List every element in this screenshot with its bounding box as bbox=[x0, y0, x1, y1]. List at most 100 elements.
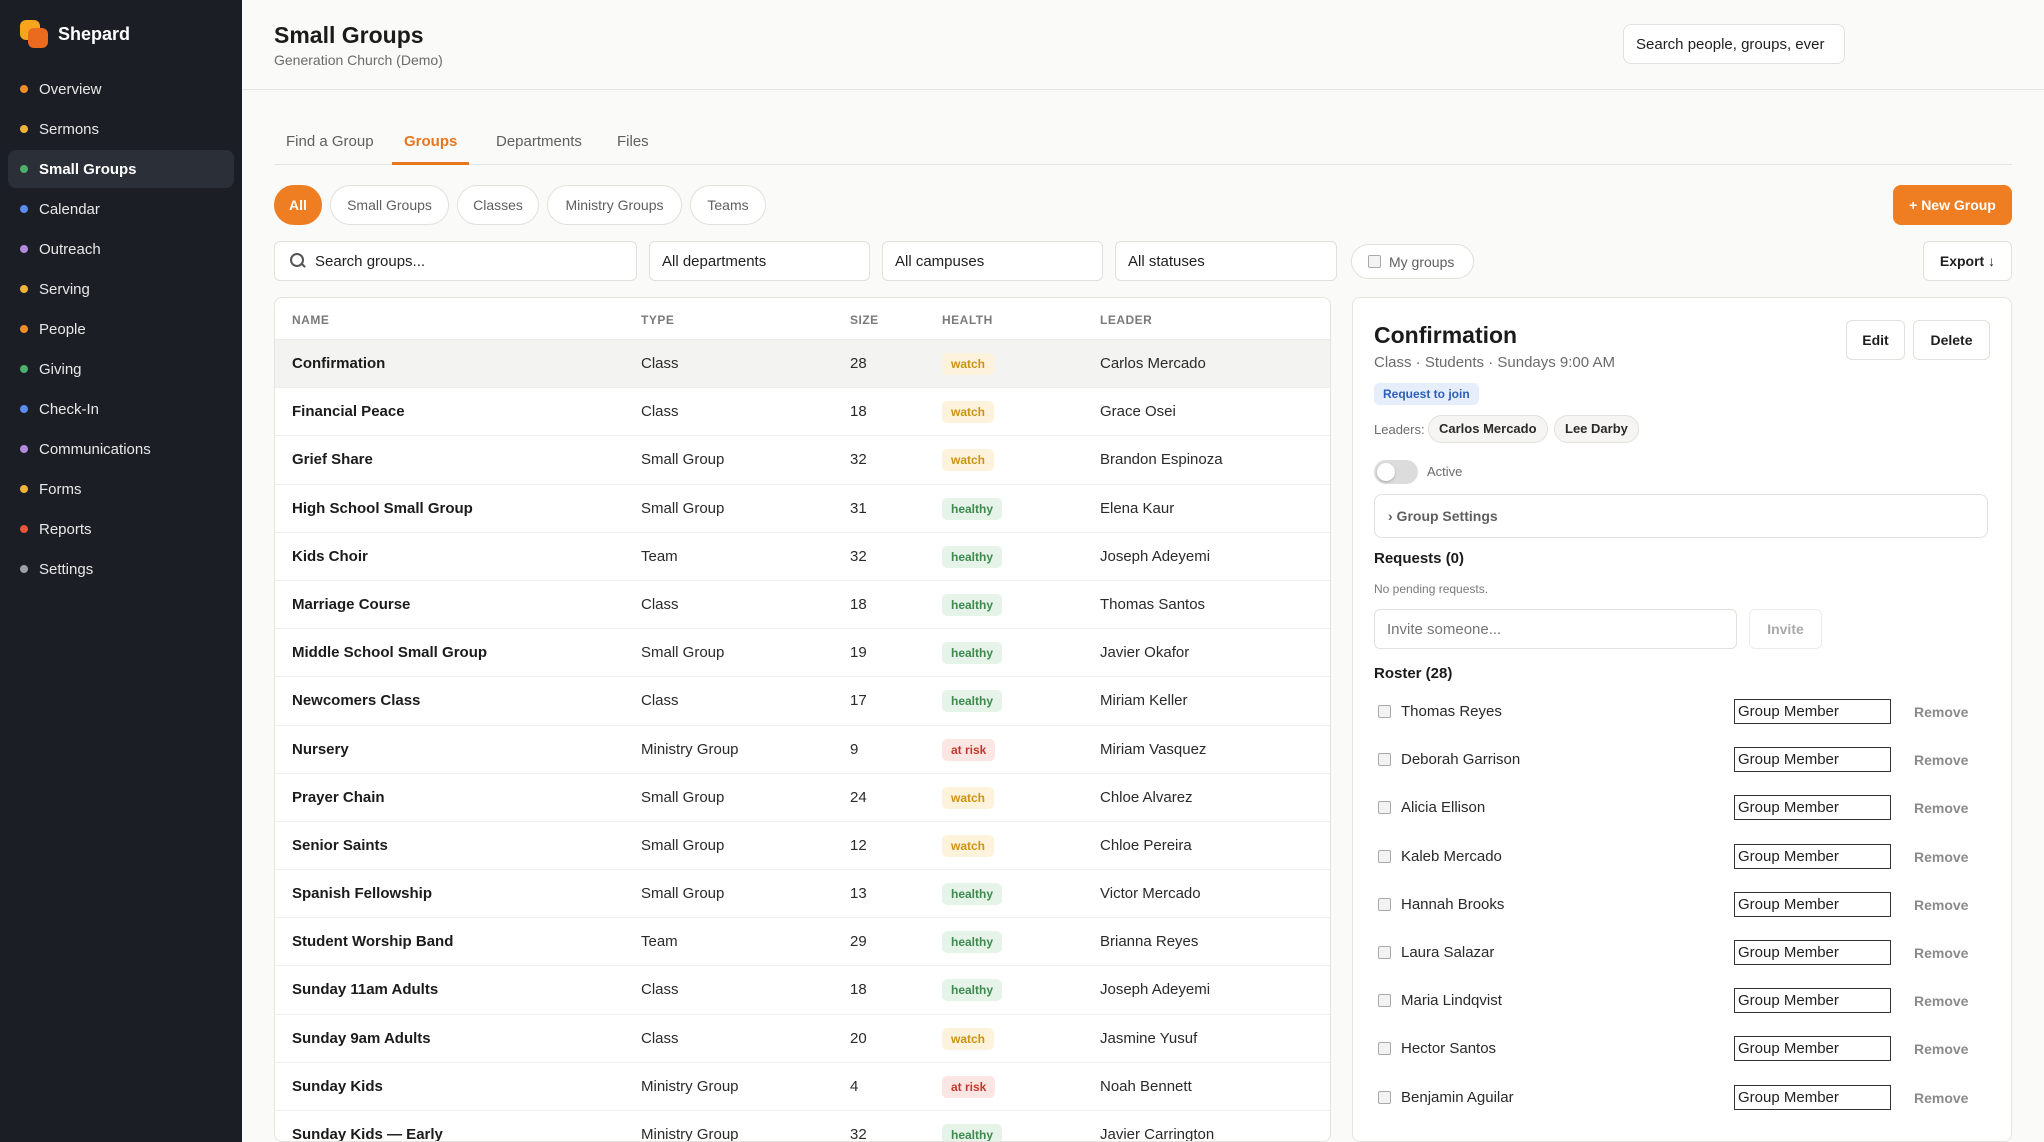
column-header-type[interactable]: TYPE bbox=[641, 313, 674, 327]
roster-checkbox[interactable] bbox=[1378, 897, 1391, 911]
roster-member-name[interactable]: Hannah Brooks bbox=[1401, 896, 1504, 913]
roster-member-name[interactable]: Benjamin Aguilar bbox=[1401, 1089, 1514, 1106]
table-row[interactable]: Sunday 9am Adults Class 20 watch Jasmine Yus… bbox=[275, 1015, 1330, 1063]
remove-member-button[interactable]: Remove bbox=[1914, 752, 1968, 768]
sidebar-item-settings[interactable]: Settings bbox=[8, 550, 234, 588]
roster-checkbox[interactable] bbox=[1378, 946, 1391, 959]
roster-checkbox[interactable] bbox=[1378, 705, 1391, 718]
sidebar-item-calendar[interactable]: Calendar bbox=[8, 190, 234, 228]
cell-health: healthy bbox=[942, 629, 1003, 677]
roster-checkbox[interactable] bbox=[1378, 801, 1391, 815]
invite-button[interactable]: Invite bbox=[1749, 609, 1822, 649]
tab-files[interactable]: Files bbox=[605, 122, 661, 165]
table-row[interactable]: High School Small Group Small Group 31 heal… bbox=[275, 485, 1330, 533]
remove-member-button[interactable]: Remove bbox=[1914, 849, 1968, 865]
role-select[interactable] bbox=[1734, 1036, 1891, 1062]
column-header-health[interactable]: HEALTH bbox=[942, 313, 993, 327]
role-select[interactable] bbox=[1734, 891, 1891, 917]
sidebar-item-communications[interactable]: Communications bbox=[8, 430, 234, 468]
remove-member-button[interactable]: Remove bbox=[1914, 800, 1968, 816]
filter-pill-teams[interactable]: Teams bbox=[690, 185, 766, 225]
new-group-button[interactable]: + New Group bbox=[1893, 185, 2012, 225]
roster-checkbox[interactable] bbox=[1378, 753, 1391, 767]
global-search-input[interactable] bbox=[1623, 24, 1845, 64]
department-select[interactable]: All departments bbox=[649, 241, 870, 281]
table-row[interactable]: Grief Share Small Group 32 watch Brandon Esp… bbox=[275, 436, 1330, 485]
table-row[interactable]: Kids Choir Team 32 healthy Joseph Adeyemi bbox=[275, 533, 1330, 581]
sidebar-item-small-groups[interactable]: Small Groups bbox=[8, 150, 234, 188]
table-row[interactable]: Sunday 11am Adults Class 18 healthy Joseph A… bbox=[275, 966, 1330, 1015]
sidebar-item-serving[interactable]: Serving bbox=[8, 270, 234, 308]
role-select[interactable] bbox=[1734, 1084, 1891, 1110]
campus-select[interactable]: All campuses bbox=[882, 241, 1103, 281]
filter-pill-classes[interactable]: Classes bbox=[457, 185, 539, 225]
remove-member-button[interactable]: Remove bbox=[1914, 993, 1968, 1009]
column-header-name[interactable]: NAME bbox=[292, 313, 329, 327]
tab-groups[interactable]: Groups bbox=[392, 122, 470, 165]
edit-button[interactable]: Edit bbox=[1846, 320, 1905, 360]
roster-checkbox[interactable] bbox=[1378, 849, 1391, 863]
health-badge: at risk bbox=[942, 1075, 996, 1098]
roster-member-name[interactable]: Alicia Ellison bbox=[1401, 799, 1485, 816]
column-header-size[interactable]: SIZE bbox=[850, 313, 879, 327]
my-groups-checkbox[interactable] bbox=[1368, 255, 1381, 268]
sidebar-item-people[interactable]: People bbox=[8, 310, 234, 348]
export-button[interactable]: Export ↓ bbox=[1923, 241, 2012, 281]
sidebar-item-giving[interactable]: Giving bbox=[8, 350, 234, 388]
sidebar-item-sermons[interactable]: Sermons bbox=[8, 110, 234, 148]
remove-member-button[interactable]: Remove bbox=[1914, 897, 1968, 913]
role-select[interactable] bbox=[1734, 699, 1891, 724]
active-toggle[interactable] bbox=[1374, 460, 1418, 484]
remove-member-button[interactable]: Remove bbox=[1914, 1041, 1968, 1057]
remove-member-button[interactable]: Remove bbox=[1914, 704, 1968, 720]
table-row[interactable]: Newcomers Class Class 17 healthy Miriam Kell… bbox=[275, 677, 1330, 726]
remove-member-button[interactable]: Remove bbox=[1914, 1090, 1968, 1106]
status-select[interactable]: All statuses bbox=[1115, 241, 1337, 281]
table-row[interactable]: Student Worship Band Team 29 healthy Brianna… bbox=[275, 918, 1330, 967]
roster-member-name[interactable]: Hector Santos bbox=[1401, 1040, 1496, 1057]
group-search-input[interactable]: Search groups... bbox=[274, 241, 637, 281]
tab-departments[interactable]: Departments bbox=[484, 122, 594, 165]
filter-pill-all[interactable]: All bbox=[274, 185, 322, 225]
sidebar-item-check-in[interactable]: Check-In bbox=[8, 390, 234, 428]
sidebar-item-overview[interactable]: Overview bbox=[8, 70, 234, 108]
roster-member-name[interactable]: Kaleb Mercado bbox=[1401, 848, 1502, 865]
sidebar-item-outreach[interactable]: Outreach bbox=[8, 230, 234, 268]
role-select[interactable] bbox=[1734, 988, 1891, 1014]
column-header-leader[interactable]: LEADER bbox=[1100, 313, 1152, 327]
table-row[interactable]: Senior Saints Small Group 12 watch Chloe Per… bbox=[275, 822, 1330, 871]
tab-find-a-group[interactable]: Find a Group bbox=[274, 122, 386, 165]
invite-input[interactable] bbox=[1374, 609, 1737, 649]
brand[interactable]: Shepard bbox=[20, 20, 130, 48]
table-row[interactable]: Prayer Chain Small Group 24 watch Chloe Alva… bbox=[275, 774, 1330, 822]
roster-member-name[interactable]: Laura Salazar bbox=[1401, 944, 1494, 961]
my-groups-toggle[interactable]: My groups bbox=[1351, 244, 1474, 279]
table-row[interactable]: Nursery Ministry Group 9 at risk Miriam Vasq… bbox=[275, 726, 1330, 774]
roster-member-name[interactable]: Deborah Garrison bbox=[1401, 751, 1520, 768]
delete-button[interactable]: Delete bbox=[1913, 320, 1990, 360]
sidebar-item-forms[interactable]: Forms bbox=[8, 470, 234, 508]
table-row[interactable]: Sunday Kids — Early Ministry Group 32 healt… bbox=[275, 1111, 1330, 1141]
roster-checkbox[interactable] bbox=[1378, 1090, 1391, 1104]
role-select[interactable] bbox=[1734, 940, 1891, 965]
table-row[interactable]: Marriage Course Class 18 healthy Thomas Sant… bbox=[275, 581, 1330, 630]
table-row[interactable]: Spanish Fellowship Small Group 13 healthy Vi… bbox=[275, 870, 1330, 919]
group-settings-expander[interactable]: › Group Settings bbox=[1374, 494, 1988, 538]
filter-pill-small-groups[interactable]: Small Groups bbox=[330, 185, 449, 225]
filter-pill-ministry-groups[interactable]: Ministry Groups bbox=[547, 185, 682, 225]
role-select[interactable] bbox=[1734, 747, 1891, 773]
roster-checkbox[interactable] bbox=[1378, 994, 1391, 1008]
table-row[interactable]: Middle School Small Group Small Group 19 he… bbox=[275, 629, 1330, 678]
leader-chip[interactable]: Carlos Mercado bbox=[1428, 415, 1548, 443]
remove-member-button[interactable]: Remove bbox=[1914, 945, 1968, 961]
table-row[interactable]: Financial Peace Class 18 watch Grace Osei bbox=[275, 388, 1330, 437]
roster-checkbox[interactable] bbox=[1378, 1042, 1391, 1056]
role-select[interactable] bbox=[1734, 795, 1891, 821]
roster-member-name[interactable]: Thomas Reyes bbox=[1401, 703, 1502, 720]
table-row[interactable]: Sunday Kids Ministry Group 4 at risk Noah Be… bbox=[275, 1063, 1330, 1111]
sidebar-item-reports[interactable]: Reports bbox=[8, 510, 234, 548]
table-row[interactable]: Confirmation Class 28 watch Carlos Mercado bbox=[275, 340, 1330, 389]
role-select[interactable] bbox=[1734, 843, 1891, 869]
roster-member-name[interactable]: Maria Lindqvist bbox=[1401, 992, 1502, 1009]
leader-chip[interactable]: Lee Darby bbox=[1554, 415, 1639, 443]
